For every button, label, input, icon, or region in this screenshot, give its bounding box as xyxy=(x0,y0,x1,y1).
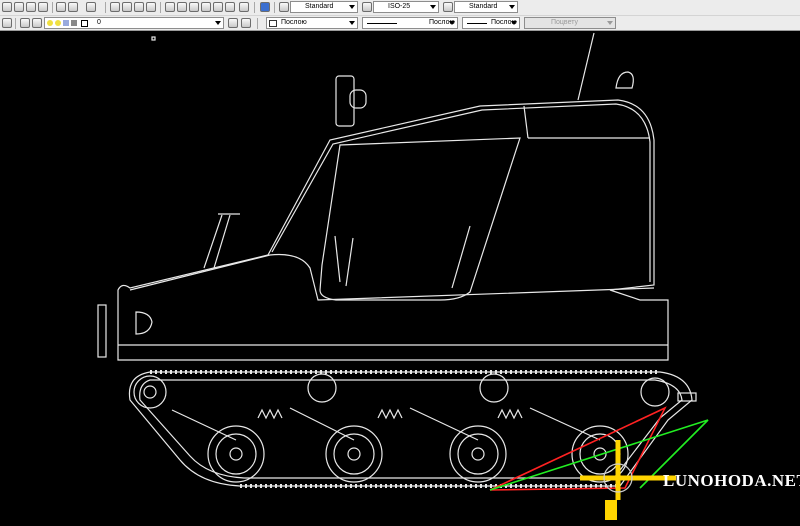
headlight xyxy=(135,311,153,335)
watermark-text: LUNOHODA.NET xyxy=(663,471,800,490)
roof-light xyxy=(615,71,634,89)
roof-beacon xyxy=(335,75,355,127)
ucs-gizmo xyxy=(489,406,709,520)
properties-icon[interactable] xyxy=(165,2,175,12)
quickcalc-icon[interactable] xyxy=(225,2,235,12)
text-style-icon xyxy=(279,2,289,12)
help-icon[interactable] xyxy=(260,2,270,12)
mirror-arm-2 xyxy=(213,214,231,269)
undo-icon[interactable] xyxy=(56,2,66,12)
windshield xyxy=(319,137,521,301)
calculator-icon[interactable] xyxy=(239,2,249,12)
redo-icon[interactable] xyxy=(68,2,78,12)
wiper-left xyxy=(334,235,341,283)
return-roller-2 xyxy=(479,373,509,403)
tool-palettes-icon[interactable] xyxy=(189,2,199,12)
bulb-icon[interactable] xyxy=(32,18,42,28)
vehicle-drawing xyxy=(97,32,697,402)
door-line xyxy=(523,105,529,139)
new-icon[interactable] xyxy=(2,2,12,12)
zoom-previous-icon[interactable] xyxy=(146,2,156,12)
color-select[interactable]: Послою xyxy=(266,17,358,29)
open-icon[interactable] xyxy=(14,2,24,12)
antenna-line xyxy=(577,32,595,101)
toolbar-area: Standard ISO-25 Standard 0 Послою Послою… xyxy=(0,0,800,31)
front-idler xyxy=(133,375,167,409)
zoom-realtime-icon[interactable] xyxy=(122,2,132,12)
wiper-right xyxy=(451,225,471,289)
grip-mark xyxy=(151,36,156,41)
layer-manager-icon[interactable] xyxy=(2,18,12,28)
standard-toolbar: Standard ISO-25 Standard xyxy=(0,0,800,15)
drawing-canvas[interactable] xyxy=(0,31,800,526)
design-center-icon[interactable] xyxy=(177,2,187,12)
yellow-block xyxy=(605,500,617,520)
road-wheel-3 xyxy=(449,425,507,483)
return-roller-1 xyxy=(307,373,337,403)
pan-icon[interactable] xyxy=(110,2,120,12)
layer-previous-icon[interactable] xyxy=(241,18,251,28)
track-inner xyxy=(139,379,683,479)
layers-icon[interactable] xyxy=(20,18,30,28)
table-style-icon xyxy=(443,2,453,12)
road-wheel-2 xyxy=(325,425,383,483)
save-icon[interactable] xyxy=(26,2,36,12)
plot-style-select[interactable]: Поцвету xyxy=(524,17,616,29)
mirror-arm xyxy=(203,214,223,269)
markup-icon[interactable] xyxy=(213,2,223,12)
zoom-window-icon[interactable] xyxy=(134,2,144,12)
layers-toolbar: 0 Послою Послою Послою Поцвету xyxy=(0,15,800,31)
table-style-select[interactable]: Standard xyxy=(454,1,518,13)
dim-style-icon xyxy=(362,2,372,12)
print-icon[interactable] xyxy=(38,2,48,12)
sheet-set-icon[interactable] xyxy=(201,2,211,12)
suspension-arms xyxy=(171,407,601,441)
dim-style-select[interactable]: ISO-25 xyxy=(373,1,439,13)
layer-state-icon[interactable] xyxy=(228,18,238,28)
linetype-select[interactable]: Послою xyxy=(362,17,458,29)
beacon-lamp xyxy=(349,89,367,109)
hood-line xyxy=(129,253,655,301)
layer-select[interactable]: 0 xyxy=(44,17,224,29)
lineweight-select[interactable]: Послою xyxy=(462,17,520,29)
redo-arrow-icon[interactable] xyxy=(86,2,96,12)
rear-sprocket xyxy=(640,377,670,407)
text-style-select[interactable]: Standard xyxy=(290,1,358,13)
front-bumper xyxy=(97,304,107,358)
wiper-mid xyxy=(345,237,354,287)
road-wheel-1 xyxy=(207,425,265,483)
hull-outline xyxy=(117,99,669,361)
